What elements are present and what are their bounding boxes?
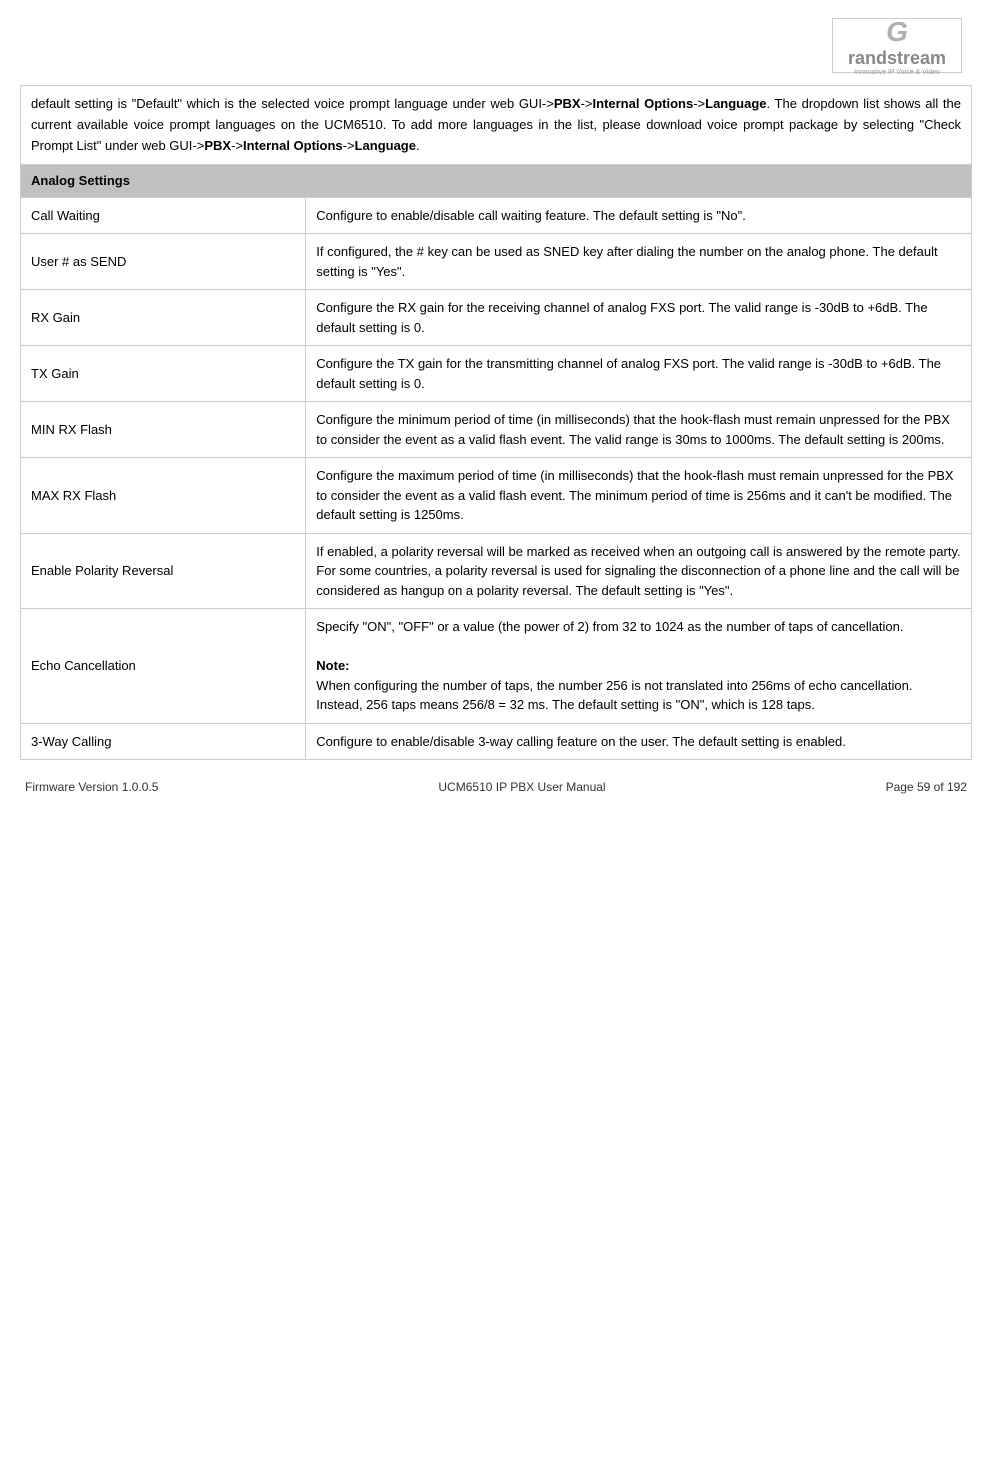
logo-brand: randstream: [848, 48, 946, 69]
header-logo: G randstream Innovative IP Voice & Video: [20, 10, 972, 81]
table-row: Enable Polarity Reversal If enabled, a p…: [21, 533, 972, 609]
page-container: G randstream Innovative IP Voice & Video…: [0, 0, 992, 1470]
label-min-rx-flash: MIN RX Flash: [21, 402, 306, 458]
footer-firmware: Firmware Version 1.0.0.5: [25, 780, 158, 794]
table-row: 3-Way Calling Configure to enable/disabl…: [21, 723, 972, 760]
intro-arrow4: ->: [343, 138, 355, 153]
intro-arrow2: ->: [693, 96, 705, 111]
echo-note-label: Note:: [316, 658, 349, 673]
logo-g-letter: G: [886, 16, 908, 48]
intro-bold-lang2: Language: [355, 138, 416, 153]
echo-note-text: When configuring the number of taps, the…: [316, 678, 912, 713]
intro-bold-internal1: Internal Options: [593, 96, 694, 111]
footer-page: Page 59 of 192: [886, 780, 967, 794]
table-row: TX Gain Configure the TX gain for the tr…: [21, 346, 972, 402]
label-echo-cancellation: Echo Cancellation: [21, 609, 306, 724]
label-3way-calling: 3-Way Calling: [21, 723, 306, 760]
echo-desc-part1: Specify "ON", "OFF" or a value (the powe…: [316, 619, 903, 634]
intro-cell: default setting is "Default" which is th…: [21, 86, 972, 165]
label-call-waiting: Call Waiting: [21, 197, 306, 234]
desc-3way-calling: Configure to enable/disable 3-way callin…: [306, 723, 972, 760]
section-header-cell: Analog Settings: [21, 165, 972, 198]
label-tx-gain: TX Gain: [21, 346, 306, 402]
intro-text3: .: [416, 138, 420, 153]
section-header-row: Analog Settings: [21, 165, 972, 198]
logo-tagline: Innovative IP Voice & Video: [854, 69, 940, 76]
desc-max-rx-flash: Configure the maximum period of time (in…: [306, 458, 972, 534]
desc-tx-gain: Configure the TX gain for the transmitti…: [306, 346, 972, 402]
intro-text1: default setting is "Default" which is th…: [31, 96, 554, 111]
logo-box: G randstream Innovative IP Voice & Video: [832, 18, 962, 73]
intro-bold-pbx2: PBX: [204, 138, 231, 153]
desc-user-send: If configured, the # key can be used as …: [306, 234, 972, 290]
table-row: Echo Cancellation Specify "ON", "OFF" or…: [21, 609, 972, 724]
desc-echo-cancellation: Specify "ON", "OFF" or a value (the powe…: [306, 609, 972, 724]
table-row: MIN RX Flash Configure the minimum perio…: [21, 402, 972, 458]
table-row: Call Waiting Configure to enable/disable…: [21, 197, 972, 234]
desc-polarity-reversal: If enabled, a polarity reversal will be …: [306, 533, 972, 609]
intro-bold-pbx1: PBX: [554, 96, 581, 111]
desc-rx-gain: Configure the RX gain for the receiving …: [306, 290, 972, 346]
table-row: RX Gain Configure the RX gain for the re…: [21, 290, 972, 346]
label-user-send: User # as SEND: [21, 234, 306, 290]
main-table: default setting is "Default" which is th…: [20, 85, 972, 760]
label-max-rx-flash: MAX RX Flash: [21, 458, 306, 534]
intro-arrow1: ->: [581, 96, 593, 111]
label-polarity-reversal: Enable Polarity Reversal: [21, 533, 306, 609]
footer-manual: UCM6510 IP PBX User Manual: [438, 780, 605, 794]
table-row: MAX RX Flash Configure the maximum perio…: [21, 458, 972, 534]
label-rx-gain: RX Gain: [21, 290, 306, 346]
intro-row: default setting is "Default" which is th…: [21, 86, 972, 165]
desc-min-rx-flash: Configure the minimum period of time (in…: [306, 402, 972, 458]
table-row: User # as SEND If configured, the # key …: [21, 234, 972, 290]
intro-bold-lang1: Language: [705, 96, 766, 111]
intro-bold-internal2: Internal Options: [243, 138, 343, 153]
desc-call-waiting: Configure to enable/disable call waiting…: [306, 197, 972, 234]
intro-arrow3: ->: [231, 138, 243, 153]
footer: Firmware Version 1.0.0.5 UCM6510 IP PBX …: [20, 780, 972, 794]
